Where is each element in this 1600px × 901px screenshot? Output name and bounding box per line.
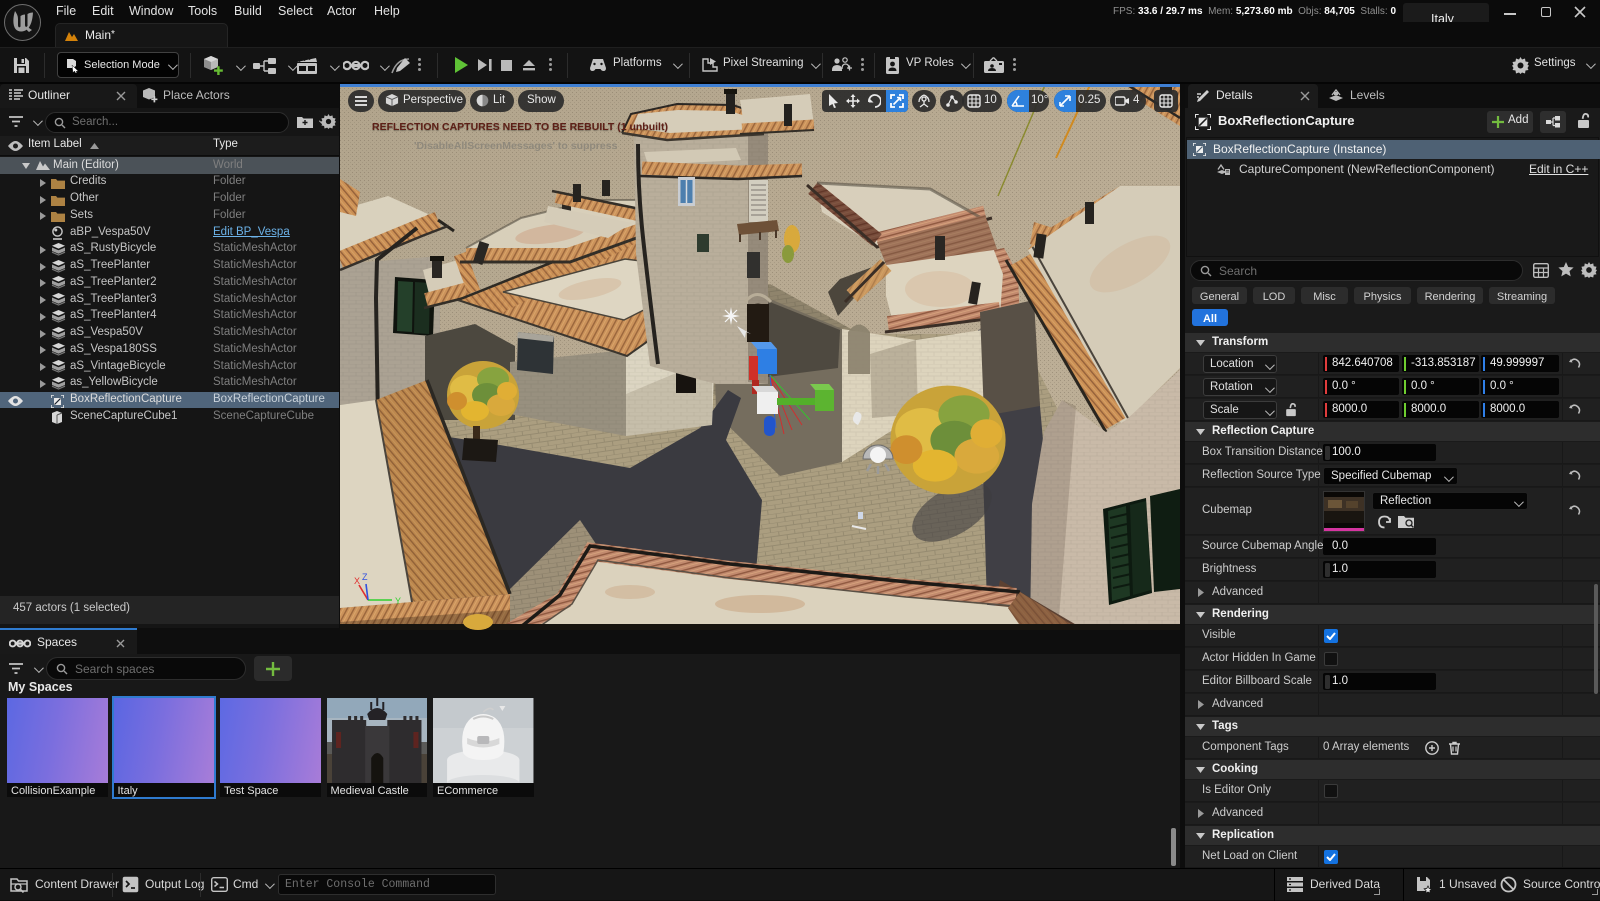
svg-text:Y: Y — [395, 596, 401, 606]
svg-text:X: X — [354, 576, 360, 586]
svg-text:Z: Z — [362, 572, 368, 582]
